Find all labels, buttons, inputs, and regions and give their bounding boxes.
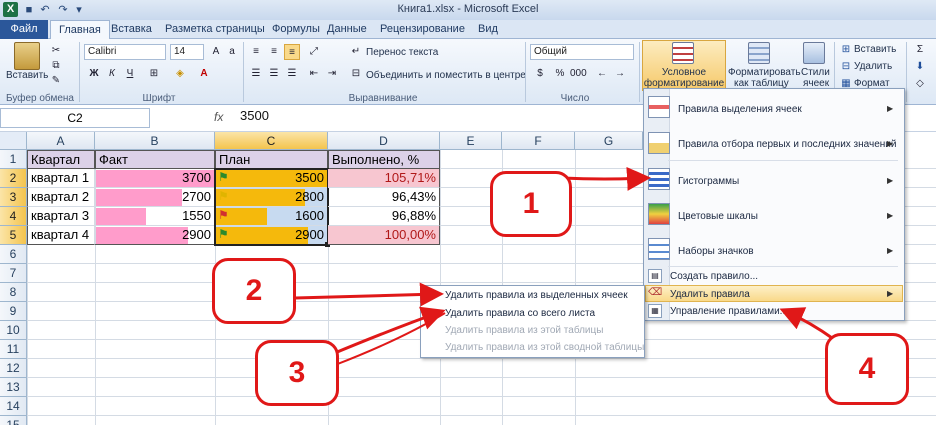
- arrow-2-icon: [294, 282, 444, 307]
- callout-3: 3: [255, 340, 339, 406]
- callout-2: 2: [212, 258, 296, 324]
- arrow-3b-icon: [334, 312, 446, 366]
- arrow-1-icon: [561, 166, 651, 191]
- arrow-4-icon: [779, 307, 836, 342]
- callout-1: 1: [490, 171, 572, 237]
- excel-window: X ■ ↶ ↷ ▾ Книга1.xlsx - Microsoft Excel …: [0, 0, 936, 425]
- callout-4: 4: [825, 333, 909, 405]
- arrow-3-icon: [329, 306, 446, 357]
- callout-arrows: [294, 166, 836, 366]
